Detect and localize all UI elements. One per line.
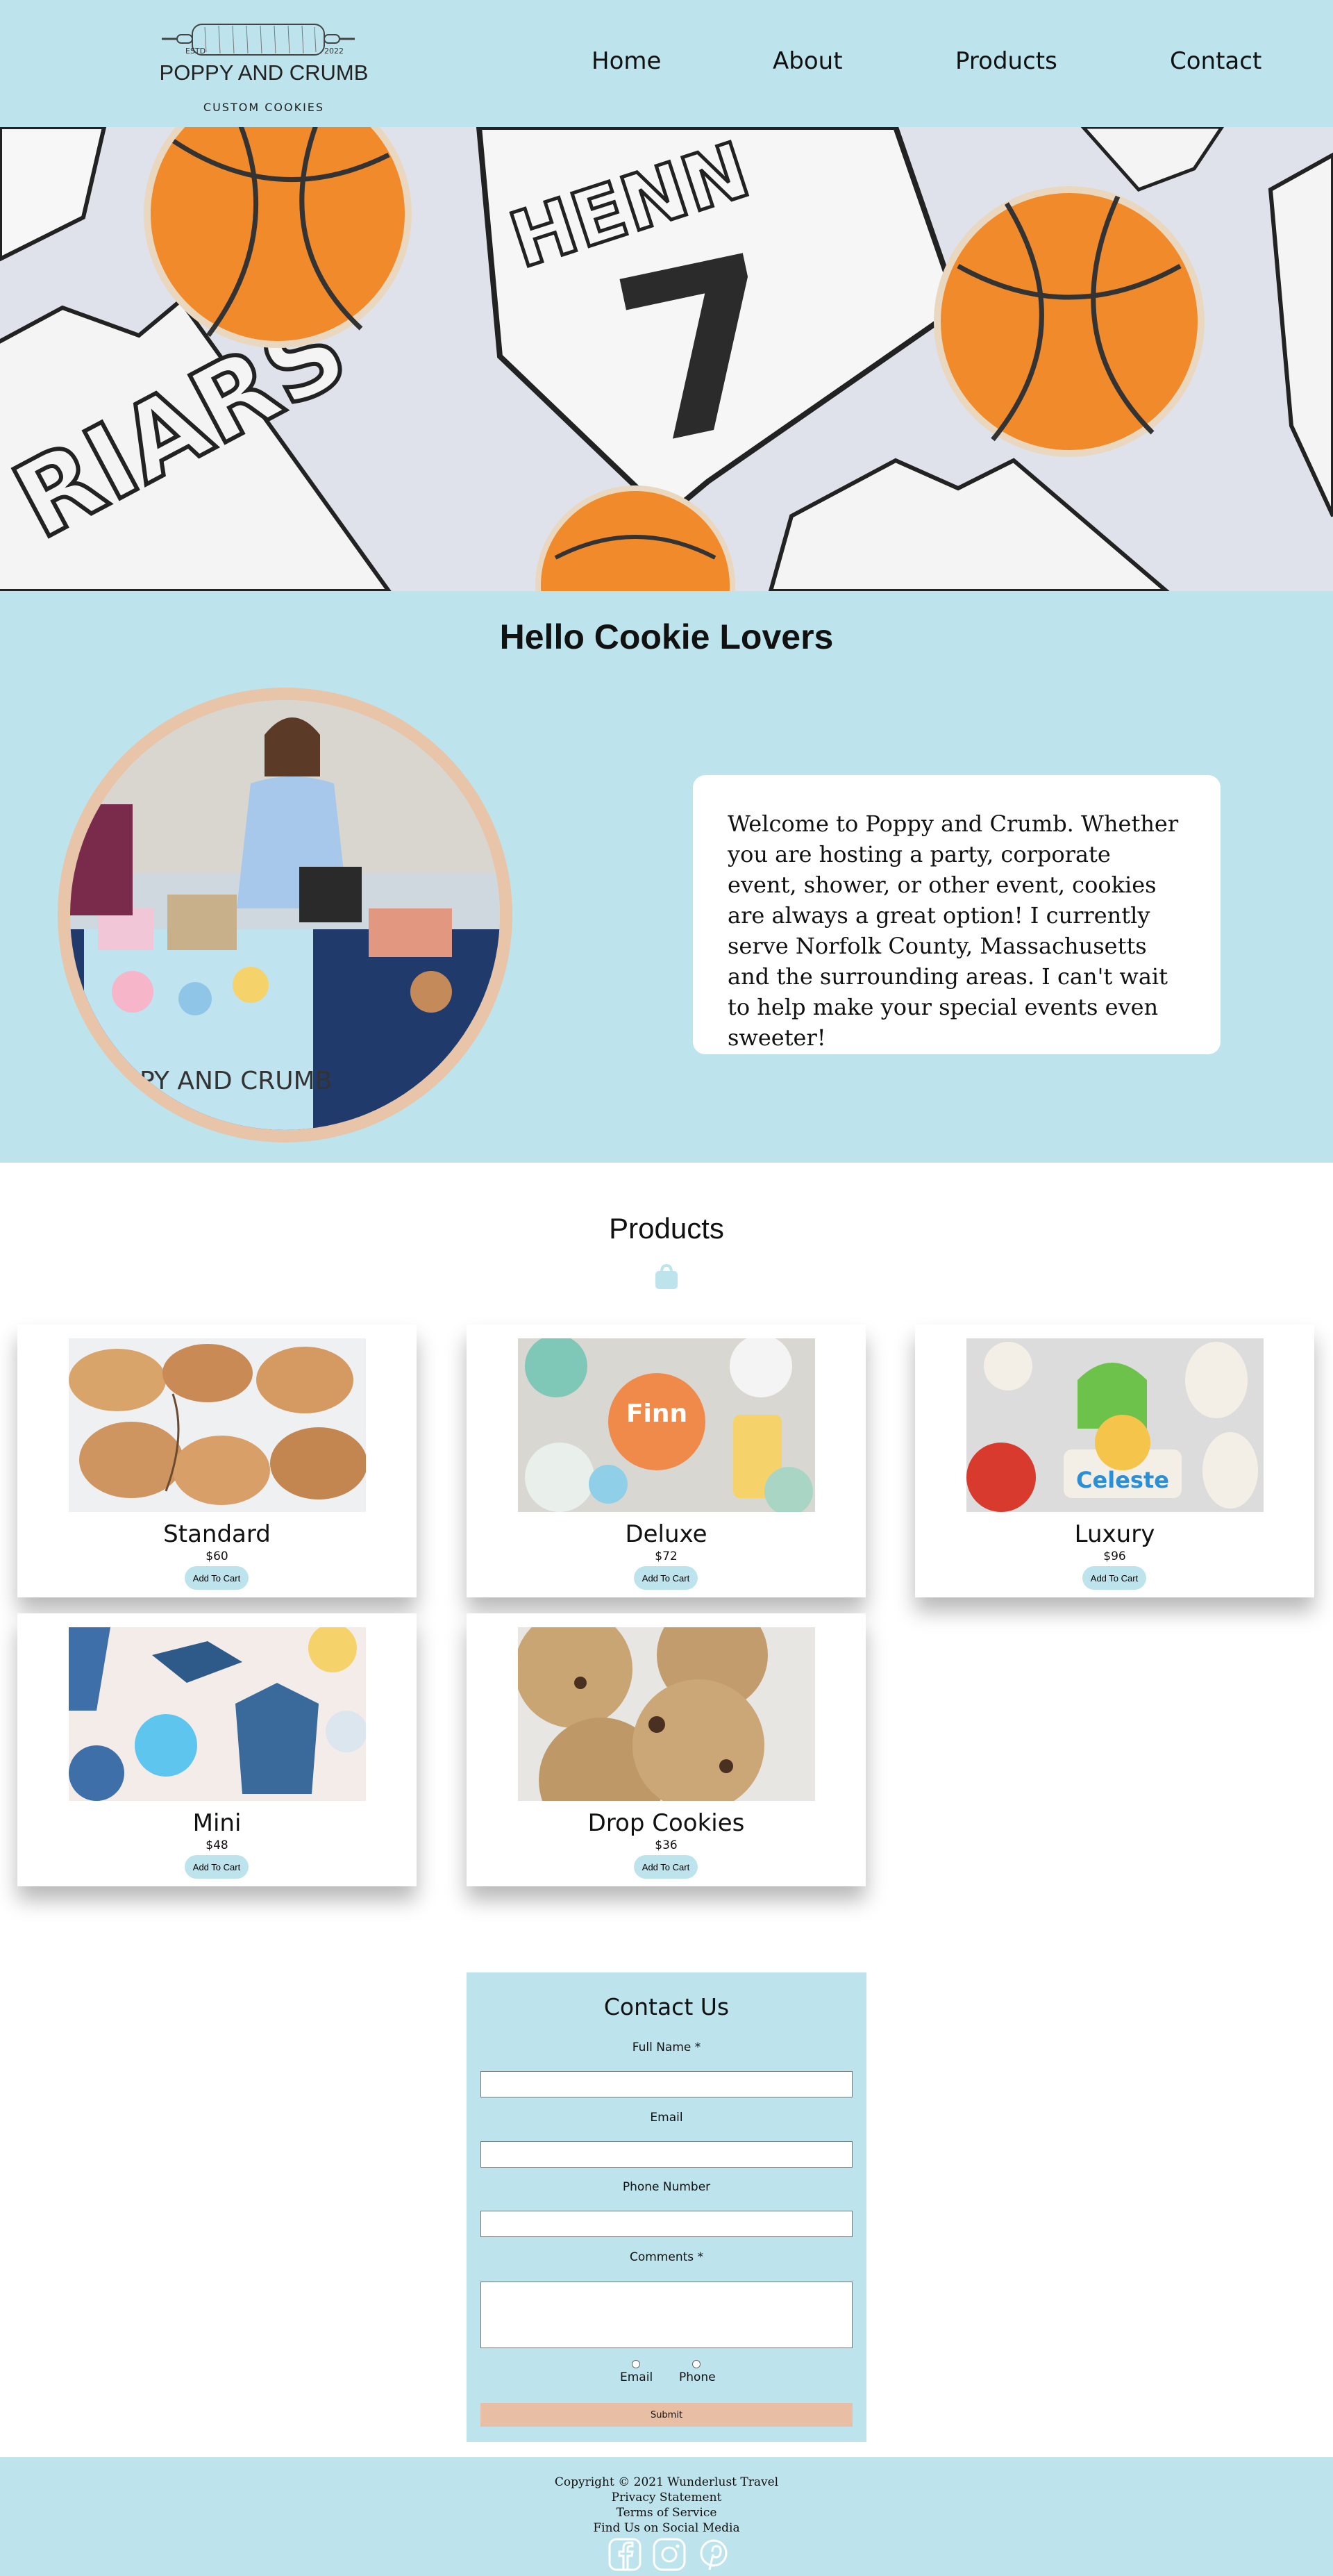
product-price: $48: [206, 1838, 228, 1852]
logo-tagline: CUSTOM COOKIES: [203, 101, 325, 114]
nav-products-link[interactable]: Products: [955, 47, 1057, 75]
product-image: [69, 1338, 366, 1512]
full-name-input[interactable]: [480, 2071, 853, 2097]
full-name-label: Full Name *: [632, 2041, 701, 2054]
logo-year: 2022: [324, 47, 344, 56]
phone-input[interactable]: [480, 2211, 853, 2237]
product-card-luxury: Celeste Luxury $96 Add To Cart: [915, 1324, 1314, 1597]
hero-image: RIARS HENN 7: [0, 127, 1333, 591]
facebook-icon[interactable]: [607, 2536, 643, 2573]
product-card-mini: Mini $48 Add To Cart: [17, 1613, 417, 1886]
product-name: Deluxe: [625, 1520, 707, 1548]
email-label: Email: [650, 2111, 683, 2125]
logo-name: POPPY AND CRUMB: [159, 60, 369, 85]
add-to-cart-button[interactable]: Add To Cart: [185, 1855, 249, 1879]
product-image: [69, 1627, 366, 1801]
add-to-cart-button[interactable]: Add To Cart: [1082, 1566, 1146, 1590]
phone-label: Phone Number: [622, 2180, 711, 2194]
instagram-icon[interactable]: [651, 2536, 687, 2573]
email-radio[interactable]: [632, 2360, 640, 2368]
product-price: $36: [655, 1838, 678, 1852]
owner-photo: PY AND CRUMB: [58, 688, 512, 1142]
comments-textarea[interactable]: [480, 2282, 853, 2348]
email-radio-label: Email: [620, 2370, 653, 2384]
nav-contact-link[interactable]: Contact: [1170, 47, 1261, 75]
product-name: Drop Cookies: [587, 1809, 745, 1837]
product-price: $60: [206, 1549, 228, 1563]
email-input[interactable]: [480, 2141, 853, 2168]
nav-home-link[interactable]: Home: [592, 47, 661, 75]
products-title: Products: [609, 1212, 724, 1245]
product-price: $96: [1103, 1549, 1126, 1563]
about-card: Welcome to Poppy and Crumb. Whether you …: [693, 775, 1221, 1054]
phone-radio[interactable]: [692, 2360, 701, 2368]
privacy-link[interactable]: Privacy Statement: [0, 2491, 1333, 2504]
logo[interactable]: ESTD 2022 POPPY AND CRUMB CUSTOM COOKIES: [149, 10, 378, 122]
copyright-text: Copyright © 2021 Wunderlust Travel: [554, 2475, 779, 2489]
about-title: Hello Cookie Lovers: [499, 617, 834, 656]
pinterest-icon[interactable]: [696, 2536, 732, 2573]
hero-cookies-photo: RIARS HENN 7: [0, 127, 1333, 591]
product-image: [518, 1627, 815, 1801]
product-name: Mini: [192, 1809, 242, 1837]
about-text: Welcome to Poppy and Crumb. Whether you …: [728, 811, 1179, 1051]
social-text: Find Us on Social Media: [593, 2521, 740, 2535]
product-cookie-text: Finn: [626, 1399, 687, 1428]
add-to-cart-button[interactable]: Add To Cart: [185, 1566, 249, 1590]
site-footer: Copyright © 2021 Wunderlust Travel Priva…: [0, 2457, 1333, 2576]
shopping-bag-icon: [653, 1263, 680, 1290]
vendor-table-photo: PY AND CRUMB: [70, 700, 500, 1130]
product-price: $72: [655, 1549, 678, 1563]
add-to-cart-button[interactable]: Add To Cart: [634, 1855, 698, 1879]
phone-radio-label: Phone: [679, 2370, 716, 2384]
nav-about-link[interactable]: About: [773, 47, 843, 75]
add-to-cart-button[interactable]: Add To Cart: [634, 1566, 698, 1590]
logo-estd: ESTD: [185, 47, 206, 56]
site-header: ESTD 2022 POPPY AND CRUMB CUSTOM COOKIES…: [0, 0, 1333, 127]
product-name: Luxury: [1074, 1520, 1155, 1548]
product-image: Celeste: [966, 1338, 1264, 1512]
product-image: Finn: [518, 1338, 815, 1512]
product-card-deluxe: Finn Deluxe $72 Add To Cart: [467, 1324, 866, 1597]
submit-button[interactable]: Submit: [480, 2403, 853, 2427]
comments-label: Comments *: [629, 2250, 704, 2264]
terms-link[interactable]: Terms of Service: [0, 2506, 1333, 2520]
contact-form: Contact Us Full Name * Email Phone Numbe…: [467, 1972, 866, 2442]
contact-title: Contact Us: [603, 1993, 730, 2020]
product-card-standard: Standard $60 Add To Cart: [17, 1324, 417, 1597]
product-name: Standard: [163, 1520, 271, 1548]
product-cookie-text: Celeste: [1076, 1467, 1169, 1493]
photo-banner-text: PY AND CRUMB: [140, 1067, 332, 1095]
product-card-drop-cookies: Drop Cookies $36 Add To Cart: [467, 1613, 866, 1886]
